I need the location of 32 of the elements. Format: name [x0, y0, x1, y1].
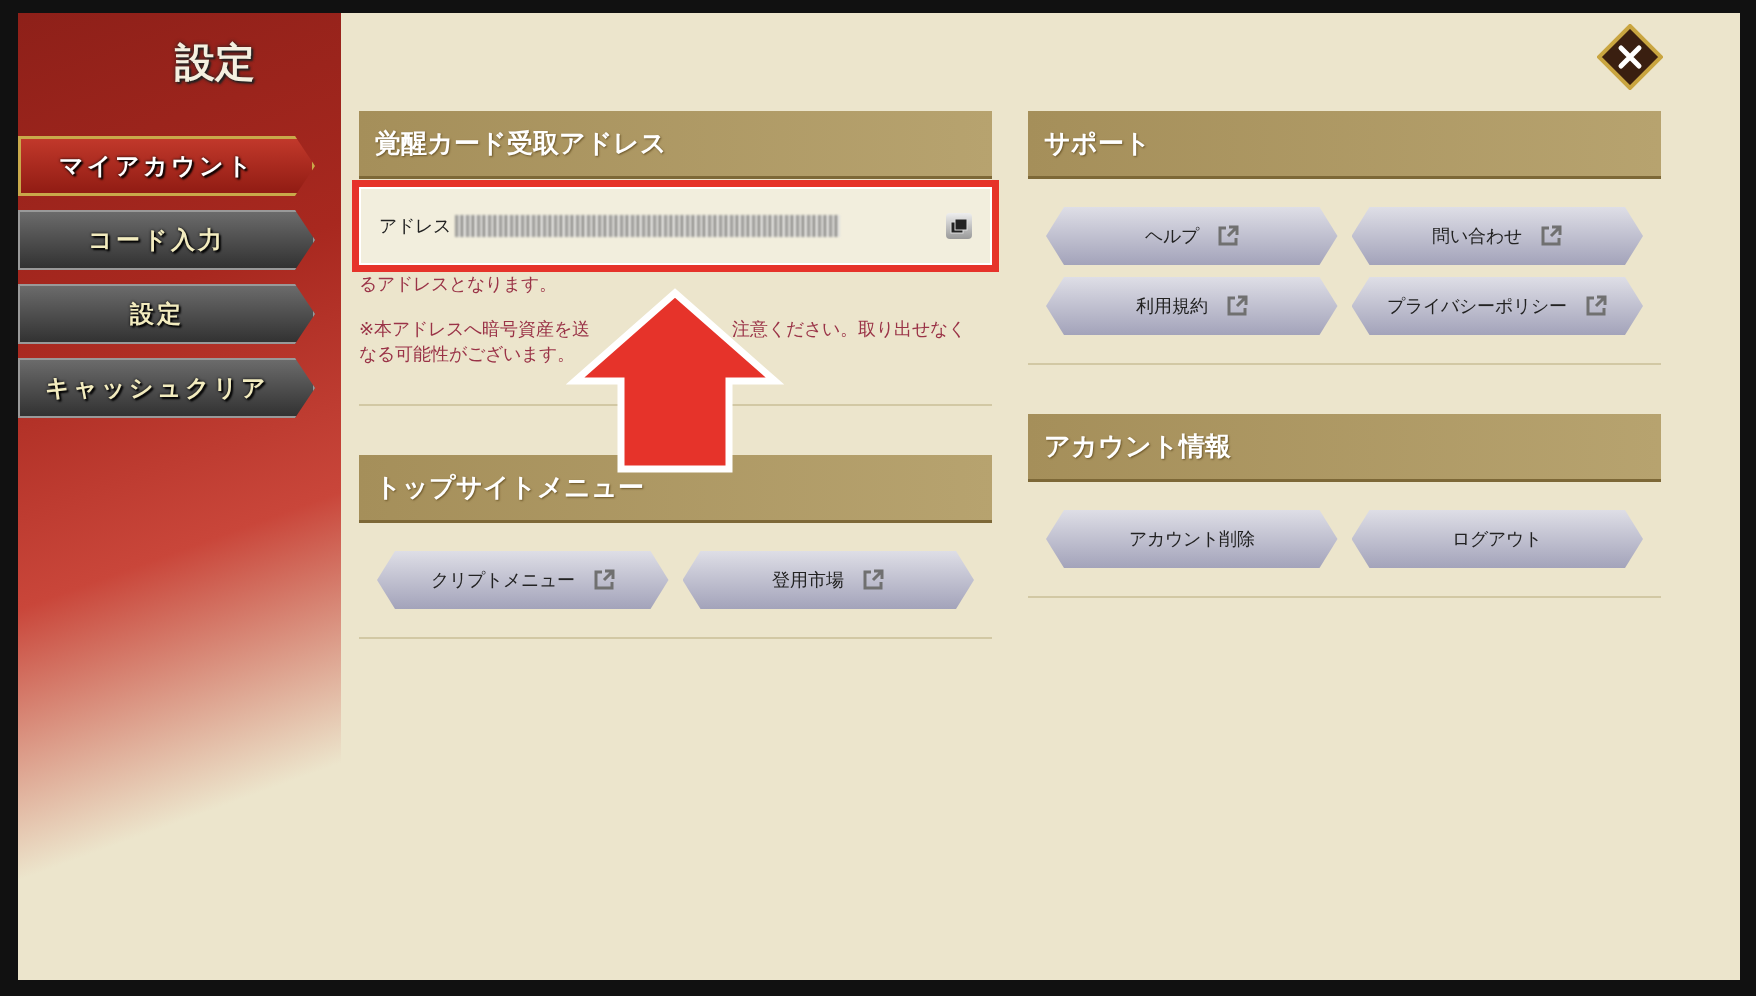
sidebar-tab[interactable]: マイアカウント	[18, 136, 315, 196]
link-button[interactable]: ヘルプ	[1046, 207, 1338, 265]
notice-text: ※本アドレスへ暗号資産を送	[359, 317, 591, 341]
external-link-icon	[862, 569, 885, 591]
close-icon	[1597, 24, 1663, 90]
notice-text: 注意ください。取り出せなく	[732, 317, 967, 341]
section-header: トップサイトメニュー	[359, 455, 992, 523]
address-label: アドレス	[379, 214, 451, 238]
external-link-icon	[1540, 225, 1563, 247]
link-button[interactable]: 問い合わせ	[1351, 207, 1643, 265]
copy-button[interactable]	[946, 213, 972, 239]
copy-icon	[950, 218, 968, 234]
section-header: サポート	[1028, 111, 1661, 179]
external-link-icon	[1225, 295, 1248, 317]
link-button[interactable]: 利用規約	[1046, 277, 1338, 335]
notice-text: るアドレスとなります。	[359, 272, 557, 296]
sidebar-tab[interactable]: キャッシュクリア	[18, 358, 315, 418]
link-button[interactable]: ログアウト	[1351, 510, 1643, 568]
sidebar-tab[interactable]: 設定	[18, 284, 315, 344]
external-link-icon	[1585, 295, 1608, 317]
link-button[interactable]: プライバシーポリシー	[1351, 277, 1643, 335]
external-link-icon	[1216, 225, 1239, 247]
link-button[interactable]: クリプトメニュー	[377, 551, 669, 609]
sidebar-tab[interactable]: コード入力	[18, 210, 315, 270]
link-button[interactable]: アカウント削除	[1046, 510, 1338, 568]
external-link-icon	[592, 569, 615, 591]
section-header: 覚醒カード受取アドレス	[359, 111, 992, 179]
section-header: アカウント情報	[1028, 414, 1661, 482]
notice-text: なる可能性がございます。	[359, 342, 575, 366]
link-button[interactable]: 登用市場	[682, 551, 974, 609]
close-button[interactable]	[1597, 24, 1663, 90]
page-title: 設定	[175, 37, 255, 87]
